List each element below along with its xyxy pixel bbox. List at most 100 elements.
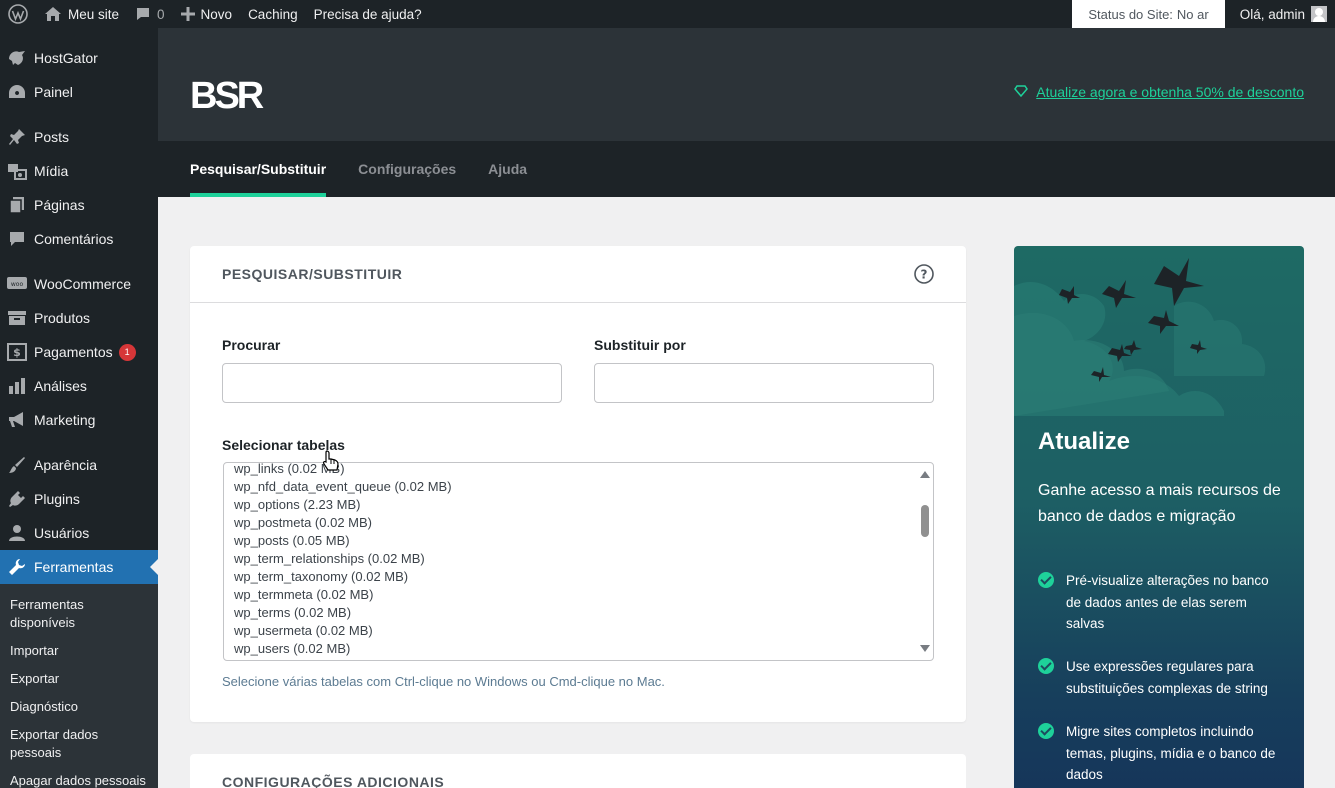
promo-feature: Migre sites completos incluindo temas, p… [1038,721,1283,786]
woocommerce-icon: woo [7,274,27,294]
scroll-thumb[interactable] [921,505,929,537]
search-replace-card: PESQUISAR/SUBSTITUIR ? Procurar Substitu… [190,246,966,722]
sidebar-item-plugins[interactable]: Plugins [0,482,158,516]
sidebar-item-painel[interactable]: Painel [0,75,158,109]
table-option[interactable]: wp_terms (0.02 MB) [224,604,933,622]
card-title: CONFIGURAÇÕES ADICIONAIS [222,774,445,788]
home-icon [44,6,62,22]
sidebar-item-analises[interactable]: Análises [0,369,158,403]
promo-feature: Pré-visualize alterações no banco de dad… [1038,570,1283,635]
user-account-menu[interactable]: Olá, admin [1225,6,1335,22]
submenu-item-importar[interactable]: Importar [0,637,158,665]
new-content-link[interactable]: Novo [173,0,241,28]
site-name-link[interactable]: Meu site [36,0,127,28]
check-circle-icon [1038,658,1054,674]
main-content: BSR Atualize agora e obtenha 50% de desc… [158,28,1335,788]
table-option[interactable]: wp_nfd_data_event_queue (0.02 MB) [224,478,933,496]
dashboard-icon [7,82,27,102]
submenu-item-exportar[interactable]: Exportar [0,665,158,693]
svg-text:BSR: BSR [190,76,264,110]
sidebar-item-pagamentos[interactable]: $ Pagamentos 1 [0,335,158,369]
replace-input[interactable] [594,363,934,403]
help-circle-icon[interactable]: ? [914,264,934,284]
promo-title: Atualize [1038,428,1131,455]
additional-settings-card: CONFIGURAÇÕES ADICIONAIS [190,754,966,788]
brush-icon [7,455,27,475]
card-title: PESQUISAR/SUBSTITUIR [222,266,403,282]
sidebar-item-marketing[interactable]: Marketing [0,403,158,437]
hand-pointer-cursor-icon [322,450,340,475]
tables-multiselect[interactable]: wp_links (0.02 MB) wp_nfd_data_event_que… [223,462,934,661]
submenu-item-ferramentas-disponiveis[interactable]: Ferramentas disponíveis [0,591,110,637]
help-link[interactable]: Precisa de ajuda? [306,0,430,28]
search-input[interactable] [222,363,562,403]
megaphone-icon [7,410,27,430]
pin-icon [7,127,27,147]
bsr-logo: BSR [190,75,267,117]
avatar [1311,6,1327,22]
sidebar-item-usuarios[interactable]: Usuários [0,516,158,550]
sidebar-item-hostgator[interactable]: HostGator [0,41,158,75]
sidebar-item-midia[interactable]: Mídia [0,154,158,188]
plugin-tabs: Pesquisar/Substituir Configurações Ajuda [158,141,1335,197]
sidebar-item-aparencia[interactable]: Aparência [0,448,158,482]
scroll-down-arrow-icon[interactable] [920,645,930,652]
table-option[interactable]: wp_posts (0.05 MB) [224,532,933,550]
promo-feature: Use expressões regulares para substituiç… [1038,656,1283,699]
comments-icon [7,229,27,249]
tab-configuracoes[interactable]: Configurações [358,141,456,197]
table-option[interactable]: wp_options (2.23 MB) [224,496,933,514]
table-option[interactable]: wp_usermeta (0.02 MB) [224,622,933,640]
submenu-item-diagnostico[interactable]: Diagnóstico [0,693,158,721]
table-option[interactable]: wp_users (0.02 MB) [224,640,933,658]
pages-icon [7,195,27,215]
sidebar-item-paginas[interactable]: Páginas [0,188,158,222]
admin-bar: Meu site 0 Novo Caching Precisa de ajuda… [0,0,1335,28]
comment-bubble-icon [135,6,151,22]
svg-text:?: ? [921,268,928,282]
replace-label: Substituir por [594,337,686,353]
sidebar-item-comentarios[interactable]: Comentários [0,222,158,256]
site-status[interactable]: Status do Site: No ar [1072,0,1225,28]
table-option[interactable]: wp_termmeta (0.02 MB) [224,586,933,604]
svg-text:woo: woo [11,281,24,288]
svg-text:$: $ [13,346,21,359]
check-circle-icon [1038,572,1054,588]
submenu-item-exportar-dados[interactable]: Exportar dados pessoais [0,721,110,767]
media-icon [7,161,27,181]
tables-scrollbar[interactable] [917,463,933,660]
plugin-icon [7,489,27,509]
wordpress-logo-icon[interactable] [0,0,36,28]
sidebar-item-posts[interactable]: Posts [0,120,158,154]
sidebar-item-ferramentas[interactable]: Ferramentas [0,550,158,584]
table-option[interactable]: wp_postmeta (0.02 MB) [224,514,933,532]
tab-pesquisar-substituir[interactable]: Pesquisar/Substituir [190,141,327,197]
tab-ajuda[interactable]: Ajuda [488,141,527,197]
notification-badge: 1 [118,343,136,361]
comments-link[interactable]: 0 [127,0,173,28]
sidebar-item-woocommerce[interactable]: woo WooCommerce [0,267,158,301]
promo-subtitle: Ganhe acesso a mais recursos de banco de… [1038,482,1281,525]
upgrade-promo-panel: Atualize Ganhe acesso a mais recursos de… [1014,246,1304,788]
tools-submenu: Ferramentas disponíveis Importar Exporta… [0,584,158,788]
diamond-icon [1014,84,1029,100]
submenu-item-apagar-dados[interactable]: Apagar dados pessoais [0,767,158,788]
payments-icon: $ [7,342,27,362]
table-option[interactable]: wp_term_taxonomy (0.02 MB) [224,568,933,586]
tables-hint: Selecione várias tabelas com Ctrl-clique… [222,674,665,689]
sidebar-item-produtos[interactable]: Produtos [0,301,158,335]
admin-sidebar: HostGator Painel Posts Mídia Páginas Com… [0,28,158,788]
chart-icon [7,376,27,396]
scroll-up-arrow-icon[interactable] [920,471,930,478]
search-label: Procurar [222,337,281,353]
plugin-header: BSR Atualize agora e obtenha 50% de desc… [158,28,1335,141]
wrench-icon [7,557,27,577]
upgrade-discount-link[interactable]: Atualize agora e obtenha 50% de desconto [1014,84,1304,100]
birds-clouds-illustration [1014,258,1266,416]
hostgator-icon [7,48,27,68]
table-option[interactable]: wp_term_relationships (0.02 MB) [224,550,933,568]
caching-link[interactable]: Caching [240,0,306,28]
plus-icon [180,7,195,21]
card-header: PESQUISAR/SUBSTITUIR ? [190,246,966,303]
archive-icon [7,308,27,328]
